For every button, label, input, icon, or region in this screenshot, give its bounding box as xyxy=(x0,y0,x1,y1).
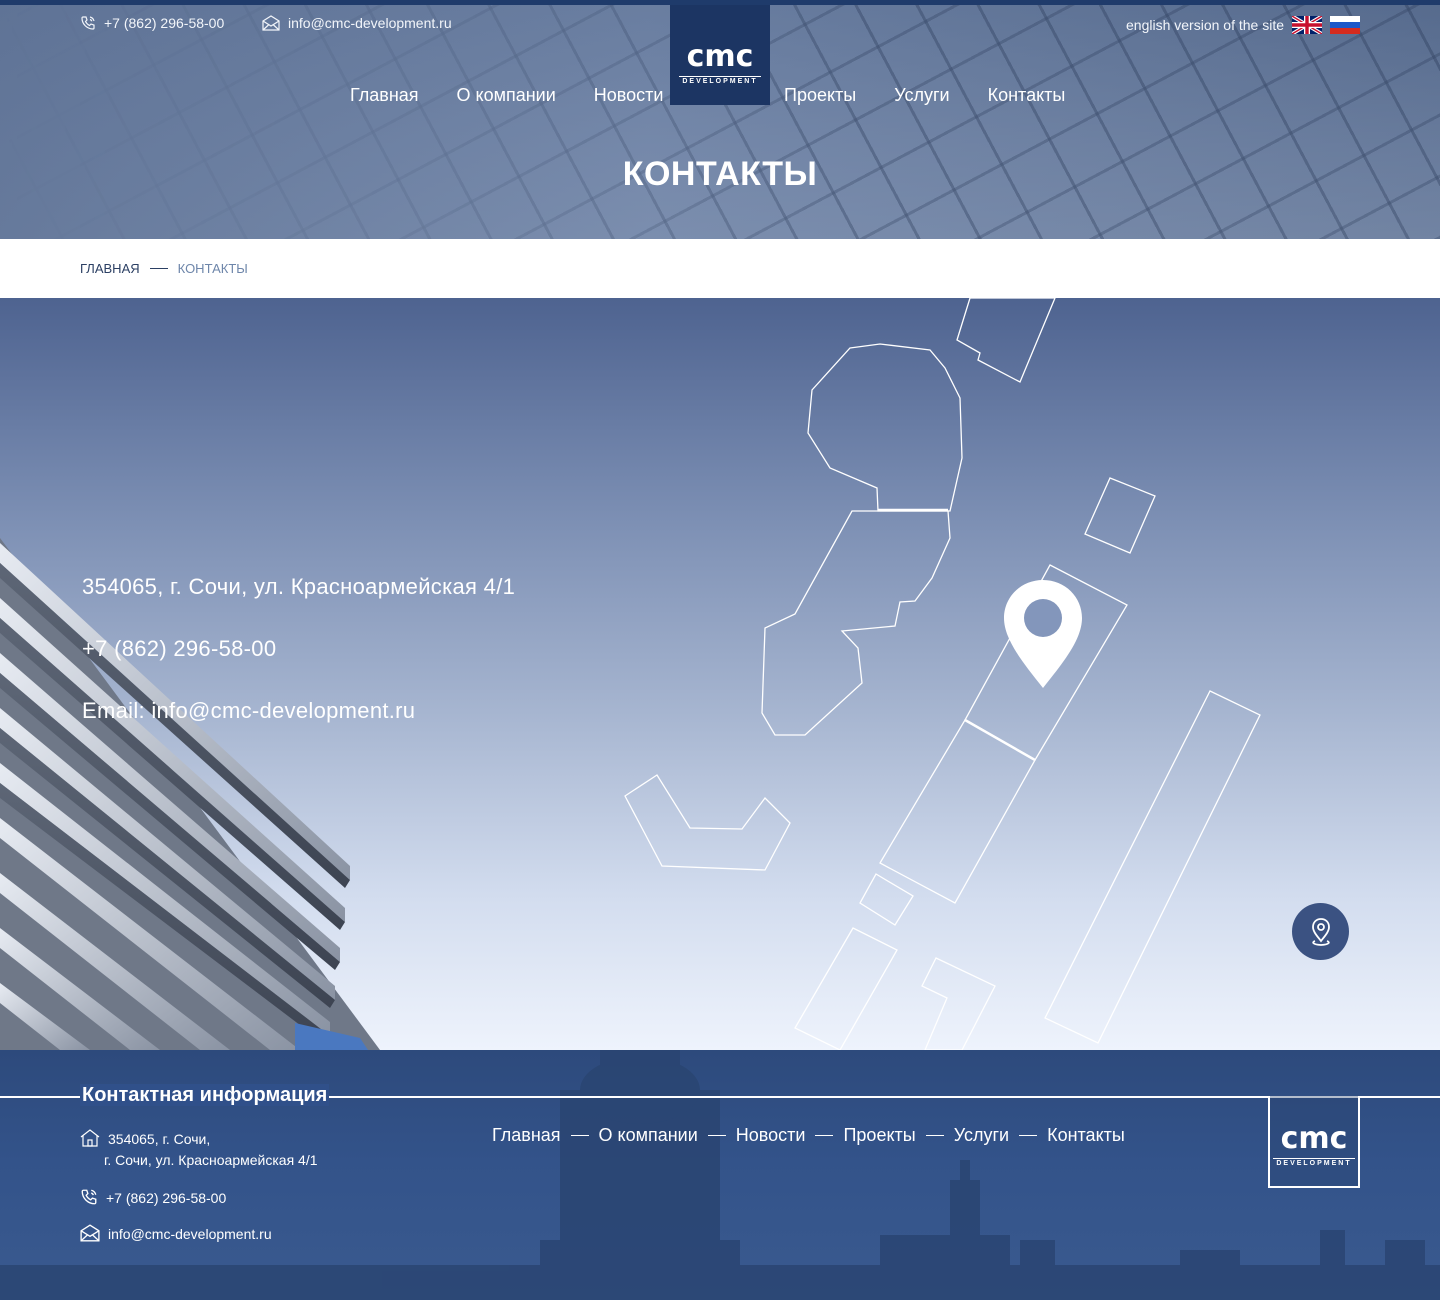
english-version-link[interactable]: english version of the site xyxy=(1126,17,1284,33)
logo-wordmark: cmc xyxy=(686,39,754,74)
topbar-email[interactable]: info@cmc-development.ru xyxy=(262,15,452,31)
breadcrumb-current: КОНТАКТЫ xyxy=(177,261,248,276)
nav-item-projects[interactable]: Проекты xyxy=(784,85,856,106)
contact-email[interactable]: Email: info@cmc-development.ru xyxy=(82,698,415,724)
footer-address-line2: г. Сочи, ул. Красноармейская 4/1 xyxy=(104,1152,318,1168)
phone-icon xyxy=(81,16,95,30)
map-location-button[interactable] xyxy=(1292,903,1349,960)
topbar-email-text: info@cmc-development.ru xyxy=(288,15,452,31)
site-logo[interactable]: cmc DEVELOPMENT xyxy=(670,5,770,105)
footer: Контактная информация 354065, г. Сочи, г… xyxy=(0,1050,1440,1300)
footer-email-text: info@cmc-development.ru xyxy=(108,1226,272,1242)
footer-address-line1: 354065, г. Сочи, xyxy=(108,1131,211,1147)
footer-address-text: 354065, г. Сочи, г. Сочи, ул. Красноарме… xyxy=(104,1129,318,1171)
footer-logo-subtitle: DEVELOPMENT xyxy=(1273,1158,1355,1168)
footer-nav: Главная О компании Новости Проекты Услуг… xyxy=(492,1125,1125,1146)
footer-logo-wordmark: cmc xyxy=(1280,1121,1348,1156)
footer-nav-separator xyxy=(925,1135,944,1136)
map-outline xyxy=(624,298,1261,1050)
contact-address: 354065, г. Сочи, ул. Красноармейская 4/1 xyxy=(82,574,516,599)
topbar-phone-text: +7 (862) 296-58-00 xyxy=(104,15,225,31)
mail-icon xyxy=(80,1224,100,1242)
footer-email[interactable]: info@cmc-development.ru xyxy=(80,1224,272,1245)
home-icon xyxy=(80,1129,100,1147)
contact-phone[interactable]: +7 (862) 296-58-00 xyxy=(82,636,276,662)
footer-nav-separator xyxy=(707,1135,726,1136)
nav-item-home[interactable]: Главная xyxy=(350,85,419,106)
footer-nav-news[interactable]: Новости xyxy=(736,1125,806,1146)
russia-flag-icon[interactable] xyxy=(1330,16,1360,34)
footer-nav-contacts[interactable]: Контакты xyxy=(1047,1125,1125,1146)
footer-nav-separator xyxy=(1019,1135,1038,1136)
footer-nav-separator xyxy=(815,1135,834,1136)
nav-item-services[interactable]: Услуги xyxy=(894,85,949,106)
location-pin-icon[interactable] xyxy=(1002,578,1084,690)
map-marker-icon xyxy=(1311,917,1330,946)
language-switcher: english version of the site xyxy=(1126,16,1360,34)
nav-item-contacts[interactable]: Контакты xyxy=(988,85,1066,106)
topbar-phone[interactable]: +7 (862) 296-58-00 xyxy=(80,15,224,31)
phone-icon xyxy=(81,1189,97,1205)
breadcrumb: ГЛАВНАЯ КОНТАКТЫ xyxy=(0,239,1440,298)
breadcrumb-separator xyxy=(149,268,168,269)
nav-item-news[interactable]: Новости xyxy=(594,85,664,106)
footer-nav-separator xyxy=(570,1135,589,1136)
main-nav-right: Проекты Услуги Контакты xyxy=(784,85,1065,106)
footer-phone[interactable]: +7 (862) 296-58-00 xyxy=(80,1188,226,1209)
footer-nav-about[interactable]: О компании xyxy=(599,1125,698,1146)
logo-subtitle: DEVELOPMENT xyxy=(679,76,761,86)
mail-icon xyxy=(262,15,280,31)
footer-contact-heading: Контактная информация xyxy=(76,1084,333,1107)
main-nav-left: Главная О компании Новости xyxy=(350,85,663,106)
page-title: КОНТАКТЫ xyxy=(622,155,818,193)
footer-contact-heading-text: Контактная информация xyxy=(80,1084,330,1106)
contact-map-section: 354065, г. Сочи, ул. Красноармейская 4/1… xyxy=(0,298,1440,1050)
footer-nav-services[interactable]: Услуги xyxy=(954,1125,1009,1146)
footer-address: 354065, г. Сочи, г. Сочи, ул. Красноарме… xyxy=(80,1129,318,1171)
breadcrumb-home[interactable]: ГЛАВНАЯ xyxy=(80,261,140,276)
hero-header: +7 (862) 296-58-00 info@cmc-development.… xyxy=(0,0,1440,239)
footer-logo[interactable]: cmc DEVELOPMENT xyxy=(1268,1096,1360,1188)
nav-item-about[interactable]: О компании xyxy=(457,85,556,106)
footer-phone-text: +7 (862) 296-58-00 xyxy=(106,1190,227,1206)
uk-flag-icon[interactable] xyxy=(1292,16,1322,34)
footer-nav-home[interactable]: Главная xyxy=(492,1125,561,1146)
footer-nav-projects[interactable]: Проекты xyxy=(843,1125,915,1146)
